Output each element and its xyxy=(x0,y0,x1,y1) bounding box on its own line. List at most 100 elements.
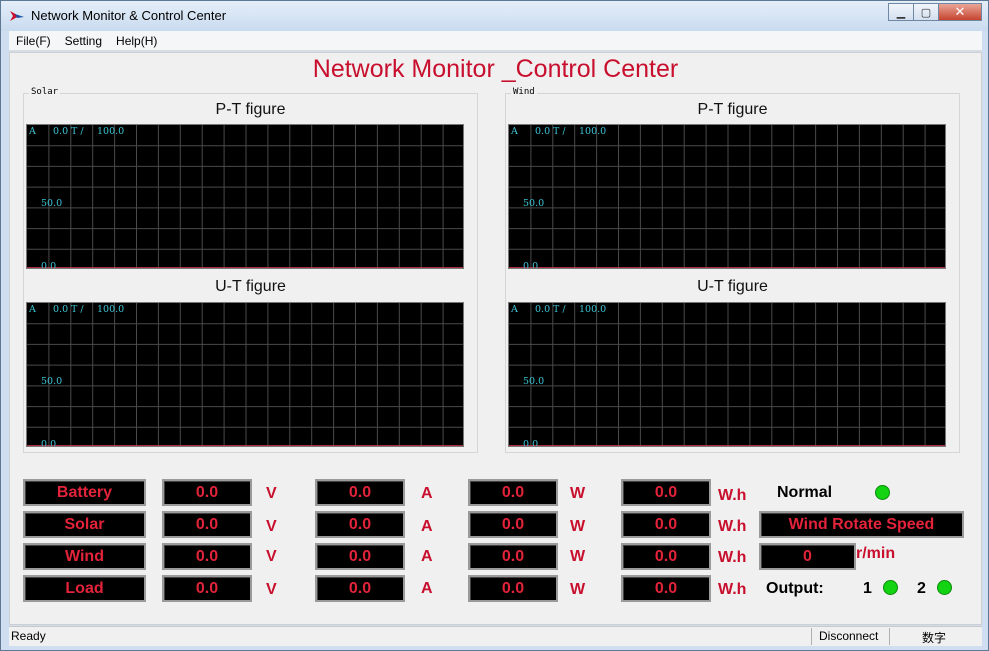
minimize-button[interactable]: ▁ xyxy=(888,3,914,21)
y-min-label: 0.0 xyxy=(523,439,539,447)
solar-pt-plot: A 0.0 T /100.0 50.0 0.0 xyxy=(26,124,464,269)
wind-speed-label: Wind Rotate Speed xyxy=(759,511,964,538)
wind-group: Wind P-T figure A 0.0 T /100.0 50.0 0.0 U-T … xyxy=(505,87,960,453)
window-title: Network Monitor & Control Center xyxy=(31,8,227,23)
menu-bar: File(F) Setting Help(H) xyxy=(9,31,982,51)
wind-power-value: 0.0 xyxy=(468,543,558,570)
y-unit-label: A xyxy=(29,304,36,315)
solar-ut-title: U-T figure xyxy=(215,278,286,295)
solar-group: Solar P-T figure A 0.0 T /100.0 50.0 0.0 U-T… xyxy=(23,87,478,453)
y-mid-label: 50.0 xyxy=(523,198,545,209)
time-axis-label: T / xyxy=(553,126,566,137)
app-heading: Network Monitor _Control Center xyxy=(312,55,679,83)
y-unit-label: A xyxy=(511,126,518,137)
load-current-value: 0.0 xyxy=(315,575,405,602)
battery-current-unit: A xyxy=(421,485,433,502)
y-unit-label: A xyxy=(511,304,518,315)
battery-energy-value: 0.0 xyxy=(621,479,711,506)
wind-current-unit: A xyxy=(421,548,433,565)
close-button[interactable]: ✕ xyxy=(938,3,982,21)
plot-grid xyxy=(509,125,945,268)
status-separator xyxy=(811,628,812,645)
solar-energy-value: 0.0 xyxy=(621,511,711,538)
output2-label: 2 xyxy=(917,580,926,597)
battery-current-value: 0.0 xyxy=(315,479,405,506)
time-axis-label: T / xyxy=(71,126,84,137)
menu-file[interactable]: File(F) xyxy=(9,34,58,48)
battery-energy-unit: W.h xyxy=(718,487,747,504)
solar-voltage-unit: V xyxy=(266,518,277,535)
load-power-unit: W xyxy=(570,581,586,598)
output1-label: 1 xyxy=(863,580,872,597)
app-window: Network Monitor & Control Center ▁ ▢ ✕ F… xyxy=(0,0,989,651)
wind-ut-plot: A 0.0 T /100.0 50.0 0.0 xyxy=(508,302,946,447)
plot-grid xyxy=(27,303,463,446)
solar-power-unit: W xyxy=(570,518,586,535)
solar-current-value: 0.0 xyxy=(315,511,405,538)
output2-led-icon xyxy=(937,580,952,595)
close-icon: ✕ xyxy=(954,4,966,19)
solar-energy-unit: W.h xyxy=(718,518,747,535)
app-logo-icon xyxy=(10,11,24,21)
load-energy-unit: W.h xyxy=(718,581,747,598)
title-bar[interactable]: Network Monitor & Control Center ▁ ▢ ✕ xyxy=(1,1,988,31)
output1-led-icon xyxy=(883,580,898,595)
time-axis-label: T / xyxy=(71,304,84,315)
main-panel: Network Monitor _Control Center Solar P-… xyxy=(9,52,982,625)
wind-group-label: Wind xyxy=(511,87,537,97)
x-end-label: 100.0 xyxy=(97,304,125,315)
system-state-label: Normal xyxy=(777,484,833,501)
x-start-label: 0.0 xyxy=(535,126,551,137)
load-voltage-value: 0.0 xyxy=(162,575,252,602)
x-start-label: 0.0 xyxy=(535,304,551,315)
row-name-battery: Battery xyxy=(23,479,146,506)
battery-power-value: 0.0 xyxy=(468,479,558,506)
status-ready: Ready xyxy=(11,629,46,643)
y-unit-label: A xyxy=(29,126,36,137)
wind-ut-title: U-T figure xyxy=(697,278,768,295)
y-mid-label: 50.0 xyxy=(523,376,545,387)
wind-pt-plot: A 0.0 T /100.0 50.0 0.0 xyxy=(508,124,946,269)
y-mid-label: 50.0 xyxy=(41,376,63,387)
row-name-solar: Solar xyxy=(23,511,146,538)
wind-pt-title: P-T figure xyxy=(697,101,768,118)
solar-ut-plot: A 0.0 T /100.0 50.0 0.0 xyxy=(26,302,464,447)
maximize-button[interactable]: ▢ xyxy=(913,3,939,21)
solar-pt-title: P-T figure xyxy=(215,101,286,118)
status-connection: Disconnect xyxy=(819,629,879,643)
x-end-label: 100.0 xyxy=(97,126,125,137)
minimize-icon: ▁ xyxy=(896,6,906,19)
row-name-wind: Wind xyxy=(23,543,146,570)
solar-group-label: Solar xyxy=(29,87,61,97)
wind-current-value: 0.0 xyxy=(315,543,405,570)
battery-voltage-value: 0.0 xyxy=(162,479,252,506)
load-voltage-unit: V xyxy=(266,581,277,598)
y-min-label: 0.0 xyxy=(41,261,57,269)
x-end-label: 100.0 xyxy=(579,304,607,315)
load-power-value: 0.0 xyxy=(468,575,558,602)
x-end-label: 100.0 xyxy=(579,126,607,137)
status-separator xyxy=(889,628,890,645)
solar-power-value: 0.0 xyxy=(468,511,558,538)
status-bar: Ready Disconnect 数字 xyxy=(9,626,982,646)
wind-energy-value: 0.0 xyxy=(621,543,711,570)
y-mid-label: 50.0 xyxy=(41,198,63,209)
output-label: Output: xyxy=(766,580,824,597)
plot-grid xyxy=(509,303,945,446)
window-controls: ▁ ▢ ✕ xyxy=(888,3,982,21)
wind-voltage-value: 0.0 xyxy=(162,543,252,570)
maximize-icon: ▢ xyxy=(920,6,932,19)
row-name-load: Load xyxy=(23,575,146,602)
menu-help[interactable]: Help(H) xyxy=(109,34,164,48)
wind-energy-unit: W.h xyxy=(718,549,747,566)
battery-voltage-unit: V xyxy=(266,485,277,502)
plot-grid xyxy=(27,125,463,268)
menu-setting[interactable]: Setting xyxy=(58,34,109,48)
solar-voltage-value: 0.0 xyxy=(162,511,252,538)
y-min-label: 0.0 xyxy=(523,261,539,269)
status-input-mode: 数字 xyxy=(922,631,947,645)
x-start-label: 0.0 xyxy=(53,304,69,315)
y-min-label: 0.0 xyxy=(41,439,57,447)
system-state-led-icon xyxy=(875,485,890,500)
solar-current-unit: A xyxy=(421,518,433,535)
